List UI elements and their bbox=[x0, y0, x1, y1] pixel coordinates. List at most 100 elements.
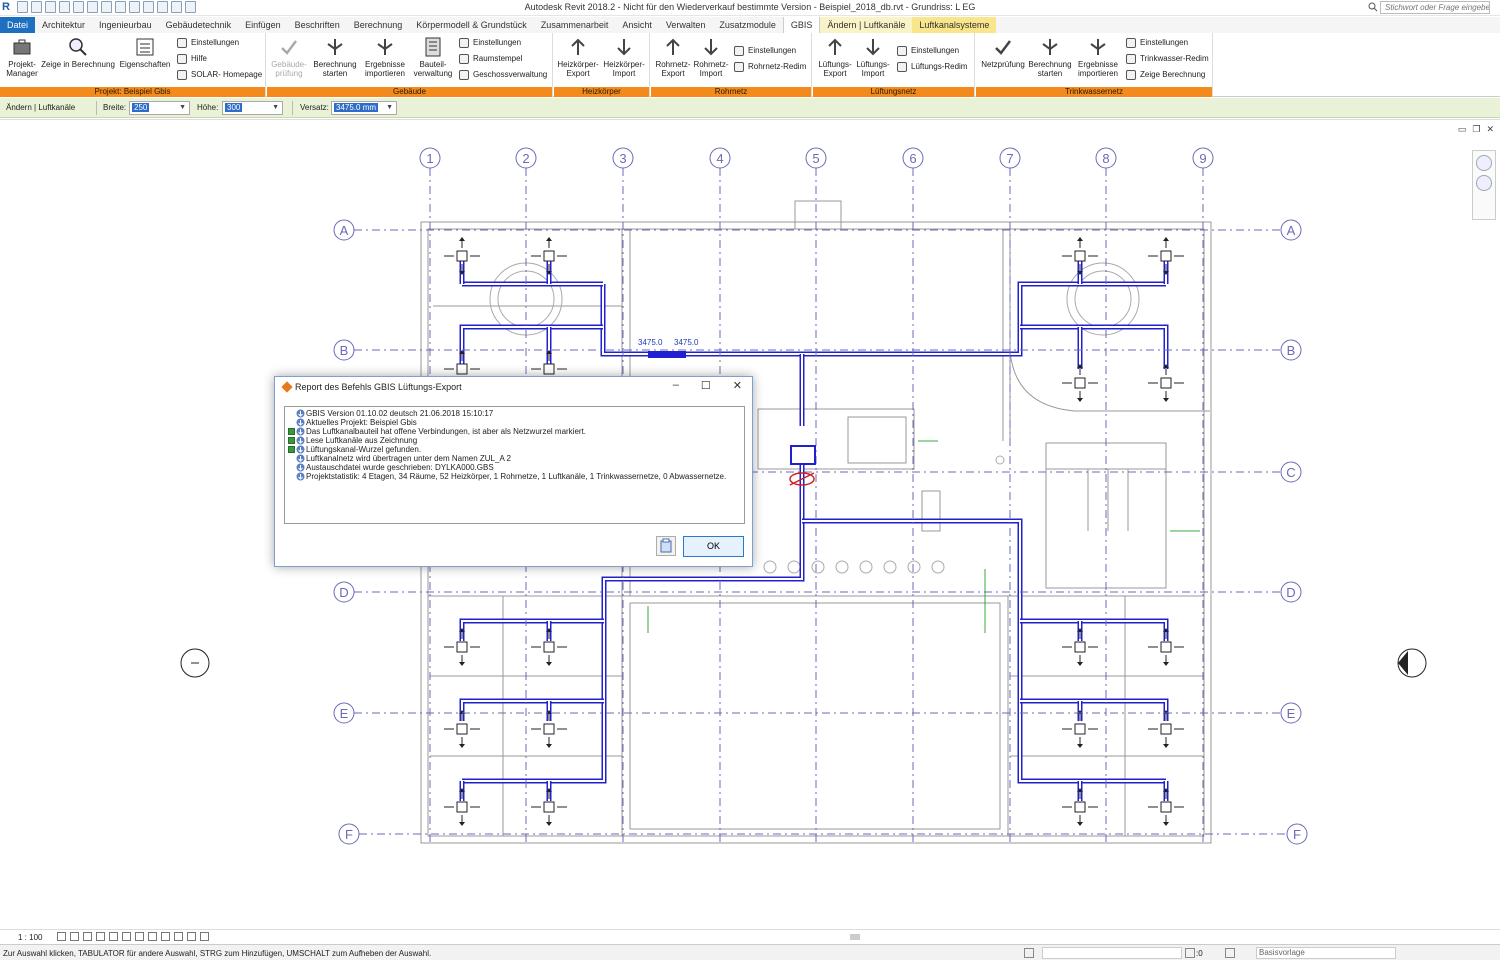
versatz-select[interactable]: 3475.0 mm ▼ bbox=[331, 101, 397, 115]
bauteilverwaltung-button[interactable]: Bauteil- verwaltung bbox=[411, 36, 455, 78]
shadows-icon[interactable] bbox=[96, 932, 105, 941]
rohrnetz-einstellungen-button[interactable]: Einstellungen bbox=[734, 45, 796, 57]
temporary-hide-icon[interactable] bbox=[148, 932, 157, 941]
rohrnetz-redim-button[interactable]: Rohrnetz-Redim bbox=[734, 61, 806, 73]
air-terminal[interactable] bbox=[1148, 628, 1184, 666]
design-option-select[interactable]: Basisvorlage bbox=[1256, 947, 1396, 959]
scrollbar-thumb[interactable] bbox=[850, 934, 860, 940]
air-duct[interactable] bbox=[1020, 618, 1169, 641]
steering-wheel-icon[interactable] bbox=[1476, 155, 1492, 171]
tab-berechnung[interactable]: Berechnung bbox=[347, 17, 410, 33]
view-scale[interactable]: 1 : 100 bbox=[18, 933, 42, 942]
lock-3d-icon[interactable] bbox=[135, 932, 144, 941]
air-terminal[interactable] bbox=[1062, 710, 1098, 748]
netzpruefung-button[interactable]: Netzprüfung bbox=[978, 36, 1028, 69]
tab-verwalten[interactable]: Verwalten bbox=[659, 17, 713, 33]
help-search-input[interactable] bbox=[1380, 1, 1490, 14]
tab-gebaeudetechnik[interactable]: Gebäudetechnik bbox=[159, 17, 239, 33]
berechnung-starten-button[interactable]: Berechnung starten bbox=[313, 36, 357, 78]
air-terminal[interactable] bbox=[444, 788, 480, 826]
air-terminal[interactable] bbox=[1062, 788, 1098, 826]
sun-path-icon[interactable] bbox=[83, 932, 92, 941]
air-duct[interactable] bbox=[1020, 698, 1169, 721]
air-terminal[interactable] bbox=[1062, 628, 1098, 666]
reveal-hidden-icon[interactable] bbox=[161, 932, 170, 941]
rohrnetz-import-button[interactable]: Rohrnetz- Import bbox=[689, 36, 733, 78]
air-terminal[interactable] bbox=[531, 710, 567, 748]
air-duct[interactable] bbox=[459, 324, 603, 369]
heizkoerper-export-button[interactable]: Heizkörper- Export bbox=[556, 36, 600, 78]
report-log[interactable]: GBIS Version 01.10.02 deutsch 21.06.2018… bbox=[284, 406, 745, 524]
zeige-berechnung-button[interactable]: Zeige in Berechnung bbox=[40, 36, 116, 69]
crop-view-icon[interactable] bbox=[109, 932, 118, 941]
workset-select[interactable] bbox=[1042, 947, 1182, 959]
tab-gbis[interactable]: GBIS bbox=[782, 17, 821, 33]
close-icon[interactable]: ✕ bbox=[1486, 124, 1494, 135]
hoehe-select[interactable]: 300 ▼ bbox=[222, 101, 283, 115]
horizontal-scrollbar[interactable] bbox=[225, 934, 1495, 940]
air-terminal[interactable] bbox=[1062, 237, 1098, 275]
minimize-icon[interactable]: ▭ bbox=[1458, 124, 1467, 135]
restore-icon[interactable]: ❐ bbox=[1472, 124, 1480, 135]
lueftungs-import-button[interactable]: Lüftungs- Import bbox=[851, 36, 895, 78]
tab-zusatzmodule[interactable]: Zusatzmodule bbox=[712, 17, 783, 33]
show-crop-icon[interactable] bbox=[122, 932, 131, 941]
gebaeudepruefung-button[interactable]: Gebäude- prüfung bbox=[267, 36, 311, 78]
trinkwasser-berechnung-button[interactable]: Berechnung starten bbox=[1028, 36, 1072, 78]
zeige-berechnung-tw-button[interactable]: Zeige Berechnung bbox=[1126, 69, 1205, 81]
lueftungs-einstellungen-button[interactable]: Einstellungen bbox=[897, 45, 959, 57]
air-terminal[interactable] bbox=[531, 237, 567, 275]
solar-homepage-button[interactable]: SOLAR- Homepage bbox=[177, 69, 262, 81]
air-terminal[interactable] bbox=[1148, 364, 1184, 402]
maximize-icon[interactable]: ☐ bbox=[701, 379, 711, 392]
air-terminal[interactable] bbox=[1148, 710, 1184, 748]
tab-beschriften[interactable]: Beschriften bbox=[288, 17, 347, 33]
projekt-einstellungen-button[interactable]: Einstellungen bbox=[177, 37, 239, 49]
trinkwasser-ergebnisse-button[interactable]: Ergebnisse importieren bbox=[1076, 36, 1120, 78]
air-duct[interactable] bbox=[802, 518, 1166, 784]
tab-zusammenarbeit[interactable]: Zusammenarbeit bbox=[534, 17, 616, 33]
projekt-manager-button[interactable]: Projekt- Manager bbox=[0, 36, 44, 78]
worksets-icon[interactable] bbox=[1024, 948, 1034, 958]
editing-requests-icon[interactable] bbox=[1185, 948, 1195, 958]
selected-duct-segment[interactable] bbox=[648, 351, 686, 358]
air-terminal[interactable] bbox=[531, 628, 567, 666]
tab-koerpermodell[interactable]: Körpermodell & Grundstück bbox=[409, 17, 534, 33]
air-duct[interactable] bbox=[459, 698, 604, 721]
tab-einfuegen[interactable]: Einfügen bbox=[238, 17, 288, 33]
air-duct[interactable] bbox=[459, 618, 604, 641]
eigenschaften-button[interactable]: Eigenschaften bbox=[118, 36, 172, 69]
tab-ansicht[interactable]: Ansicht bbox=[615, 17, 659, 33]
breite-select[interactable]: 250 ▼ bbox=[129, 101, 190, 115]
copy-report-button[interactable] bbox=[656, 536, 676, 556]
geschossverwaltung-button[interactable]: Geschossverwaltung bbox=[459, 69, 547, 81]
trinkwasser-einstellungen-button[interactable]: Einstellungen bbox=[1126, 37, 1188, 49]
air-terminal[interactable] bbox=[1148, 788, 1184, 826]
zoom-icon[interactable] bbox=[1476, 175, 1492, 191]
design-options-icon[interactable] bbox=[1225, 948, 1235, 958]
air-terminal[interactable] bbox=[531, 788, 567, 826]
tab-aendern-luftkanaele[interactable]: Ändern | Luftkanäle bbox=[820, 17, 913, 33]
ok-button[interactable]: OK bbox=[683, 536, 744, 557]
hilfe-button[interactable]: Hilfe bbox=[177, 53, 207, 65]
lueftungs-redim-button[interactable]: Lüftungs-Redim bbox=[897, 61, 967, 73]
ergebnisse-importieren-button[interactable]: Ergebnisse importieren bbox=[363, 36, 407, 78]
trinkwasser-redim-button[interactable]: Trinkwasser-Redim bbox=[1126, 53, 1209, 65]
highlight-displacement-icon[interactable] bbox=[187, 932, 196, 941]
tab-ingenieurbau[interactable]: Ingenieurbau bbox=[92, 17, 159, 33]
air-terminal[interactable] bbox=[1062, 364, 1098, 402]
tab-luftkanalsysteme[interactable]: Luftkanalsysteme bbox=[912, 17, 997, 33]
air-terminal[interactable] bbox=[444, 628, 480, 666]
constraints-icon[interactable] bbox=[200, 932, 209, 941]
gebaeude-einstellungen-button[interactable]: Einstellungen bbox=[459, 37, 521, 49]
close-icon[interactable]: ✕ bbox=[733, 379, 742, 392]
section-markers[interactable] bbox=[180, 648, 1427, 678]
analytical-model-icon[interactable] bbox=[174, 932, 183, 941]
air-terminal[interactable] bbox=[444, 237, 480, 275]
tab-architektur[interactable]: Architektur bbox=[35, 17, 92, 33]
detail-level-icon[interactable] bbox=[57, 932, 66, 941]
air-terminal[interactable] bbox=[1148, 237, 1184, 275]
search-icon[interactable] bbox=[1368, 2, 1378, 12]
minimize-icon[interactable]: – bbox=[673, 379, 679, 392]
tab-datei[interactable]: Datei bbox=[0, 17, 36, 33]
